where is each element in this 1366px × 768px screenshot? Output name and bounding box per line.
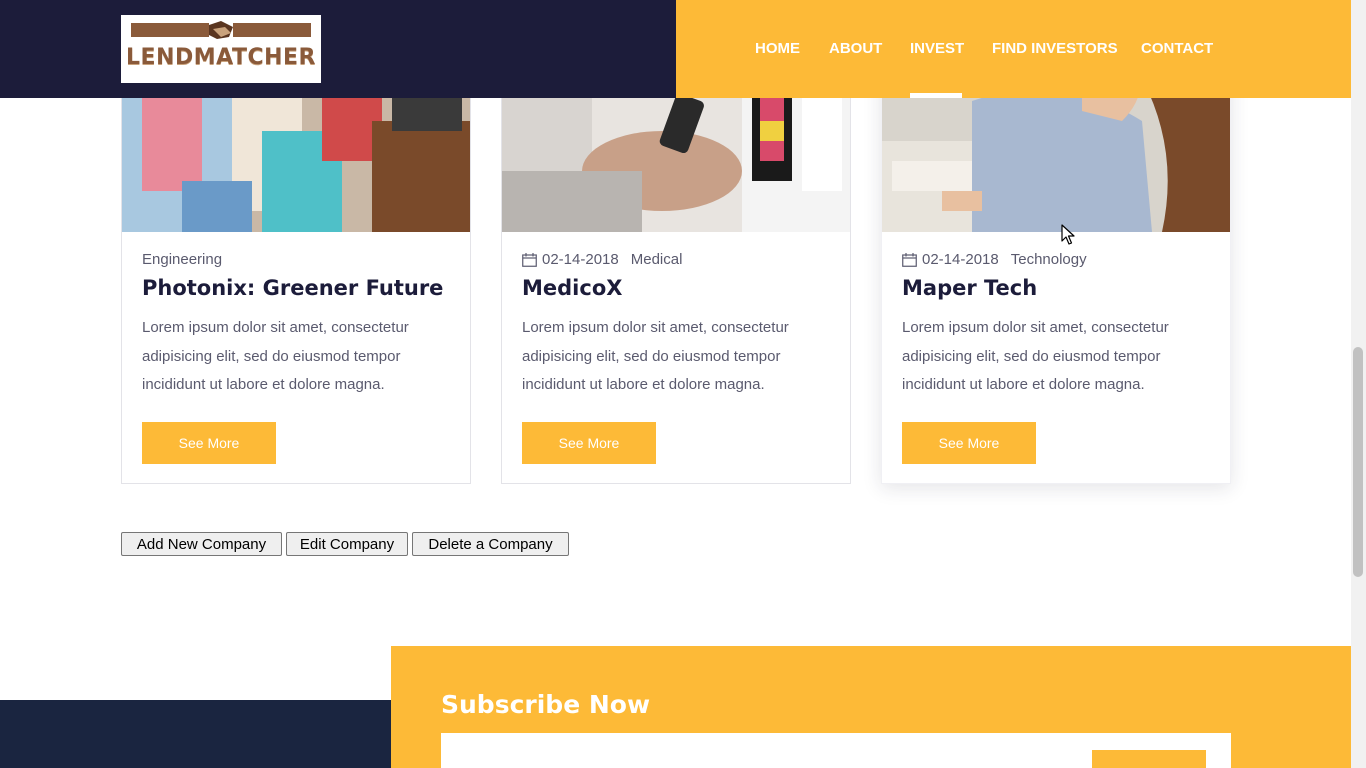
nav-home[interactable]: HOME <box>755 40 800 57</box>
calendar-icon <box>522 252 537 267</box>
card-date: 02-14-2018 <box>542 251 619 268</box>
nav-active-indicator <box>910 93 962 98</box>
company-card: 02-14-2018 Medical MedicoX Lorem ipsum d… <box>501 60 851 484</box>
delete-company-button[interactable]: Delete a Company <box>412 532 569 556</box>
company-card: Engineering Photonix: Greener Future Lor… <box>121 60 471 484</box>
card-category: Medical <box>630 251 683 268</box>
subscribe-title: Subscribe Now <box>441 690 651 719</box>
card-title[interactable]: Maper Tech <box>902 276 1037 300</box>
header-dark-panel <box>0 0 676 98</box>
scrollbar-thumb[interactable] <box>1353 347 1363 577</box>
main-nav: HOME ABOUT INVEST FIND INVESTORS CONTACT <box>676 0 1351 98</box>
card-description: Lorem ipsum dolor sit amet, consectetur … <box>142 319 409 393</box>
card-title[interactable]: Photonix: Greener Future <box>142 276 443 300</box>
see-more-button[interactable]: See More <box>142 422 276 464</box>
nav-contact[interactable]: CONTACT <box>1141 40 1213 57</box>
company-card: 02-14-2018 Technology Maper Tech Lorem i… <box>881 60 1231 484</box>
card-date: 02-14-2018 <box>922 251 999 268</box>
see-more-button[interactable]: See More <box>522 422 656 464</box>
logo[interactable]: LENDMATCHER <box>121 15 321 83</box>
footer-dark-panel <box>0 700 391 768</box>
card-meta: Engineering <box>142 251 222 268</box>
card-meta: 02-14-2018 Technology <box>902 251 1087 268</box>
card-title[interactable]: MedicoX <box>522 276 622 300</box>
nav-invest[interactable]: INVEST <box>910 40 964 57</box>
card-description: Lorem ipsum dolor sit amet, consectetur … <box>522 319 789 393</box>
edit-company-button[interactable]: Edit Company <box>286 532 408 556</box>
card-description: Lorem ipsum dolor sit amet, consectetur … <box>902 319 1169 393</box>
logo-text: LENDMATCHER <box>126 45 316 70</box>
mouse-pointer-icon <box>1061 224 1075 245</box>
card-category: Engineering <box>142 251 223 268</box>
calendar-icon <box>902 252 917 267</box>
see-more-button[interactable]: See More <box>902 422 1036 464</box>
card-meta: 02-14-2018 Medical <box>522 251 682 268</box>
nav-about[interactable]: ABOUT <box>829 40 882 57</box>
subscribe-button[interactable] <box>1092 750 1206 768</box>
card-category: Technology <box>1010 251 1087 268</box>
nav-find-investors[interactable]: FIND INVESTORS <box>992 40 1118 57</box>
add-company-button[interactable]: Add New Company <box>121 532 282 556</box>
